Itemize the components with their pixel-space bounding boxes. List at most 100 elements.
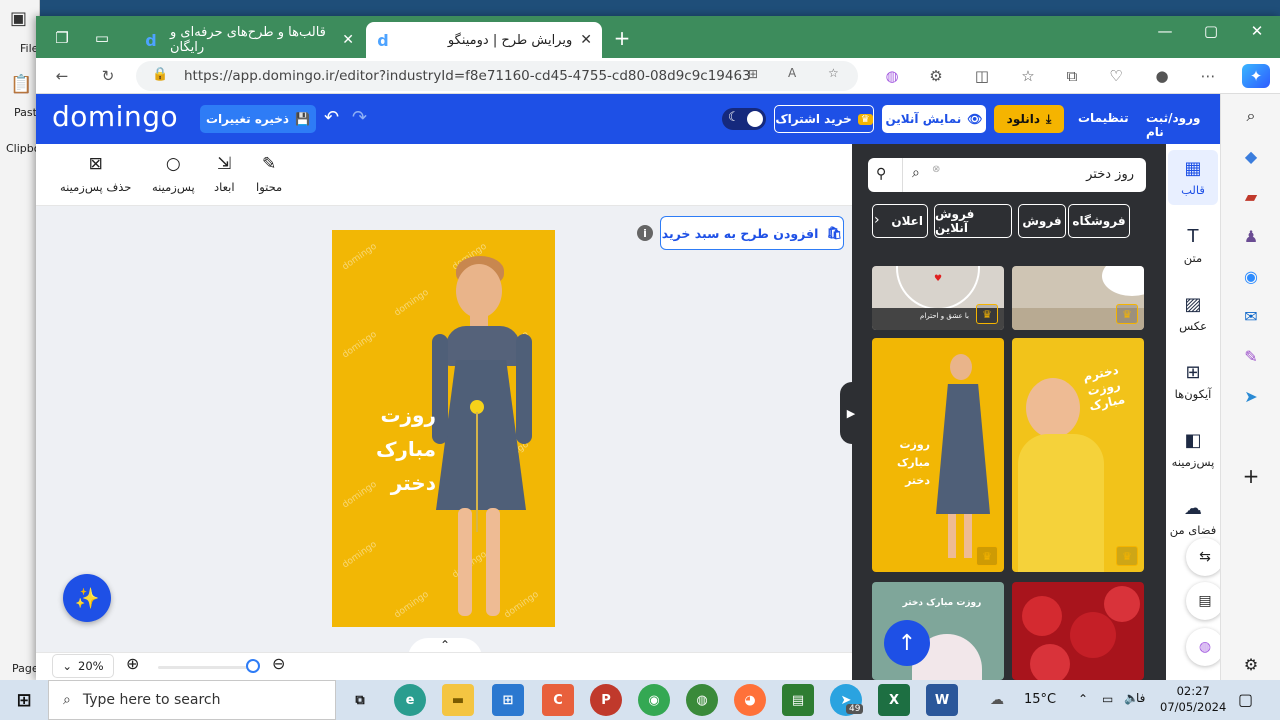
copilot-float-icon[interactable]: ◍ [1186,628,1224,666]
scroll-to-top-button[interactable]: ↑ [884,620,930,666]
extensions-icon[interactable]: ⚙ [924,64,948,88]
task-view-icon[interactable]: ⧉ [344,684,376,716]
close-icon[interactable]: ✕ [580,32,592,48]
firefox-icon[interactable]: ◕ [734,684,766,716]
network-icon[interactable]: ▭ [1102,692,1113,706]
telegram-send-icon[interactable]: ➤ [1237,382,1265,410]
template-thumbnail[interactable] [1012,582,1144,680]
download-button[interactable]: دانلود ⤓ [994,105,1064,133]
dark-mode-toggle[interactable]: ☾ [722,108,766,130]
category-templates[interactable]: ▦ قالب [1168,150,1218,205]
clear-icon[interactable]: ⊗ [932,164,940,175]
outlook-icon[interactable]: ✉ [1237,302,1265,330]
background-tool[interactable]: ○ پس‌زمینه [152,154,195,194]
new-tab-icon[interactable]: + [608,24,636,52]
favorite-star-icon[interactable]: ☆ [828,66,839,80]
template-thumbnail[interactable]: دخترم روزت مبارک ♛ [1012,338,1144,572]
category-my-space[interactable]: ☁ فضای من [1168,490,1218,545]
minimize-icon[interactable]: — [1142,16,1188,46]
copilot-extension-icon[interactable]: ◍ [880,64,904,88]
template-thumbnail[interactable]: روزت مبارک دختر ♛ [872,338,1004,572]
filter-icon[interactable]: ⚲ [876,166,886,182]
store-icon[interactable]: ⊞ [492,684,524,716]
word-icon[interactable]: W [926,684,958,716]
globe-app-icon[interactable]: ◍ [686,684,718,716]
panel-toggle-button[interactable]: ▶ [840,382,862,444]
chevron-right-icon[interactable]: › [874,212,880,228]
system-clock[interactable]: 02:27 07/05/2024 [1160,683,1226,715]
maximize-icon[interactable]: ▢ [1188,16,1234,46]
workspaces-icon[interactable]: ❐ [48,24,76,52]
chevron-up-icon[interactable]: ⌃ [1078,692,1088,706]
zoom-slider-track[interactable] [158,666,254,669]
sidebar-settings-icon[interactable]: ⚙ [1237,650,1265,678]
category-icons[interactable]: ⊞ آیکون‌ها [1168,354,1218,409]
weather-cloud-icon[interactable]: ☁ [990,692,1004,708]
reader-icon[interactable]: ▤ [1186,582,1224,620]
save-changes-button[interactable]: ذخیره تغییرات 💾 [200,105,316,133]
dimensions-tool[interactable]: ⇲ ابعاد [214,154,235,194]
refresh-icon[interactable]: ↻ [96,64,120,88]
tab-editor[interactable]: d ویرایش طرح | دومینگو ✕ [366,22,602,58]
shopping-tag-icon[interactable]: ◆ [1237,142,1265,170]
performance-icon[interactable]: ♡ [1104,64,1128,88]
undo-icon[interactable]: ↶ [324,107,339,128]
weather-temp[interactable]: 15°C [1024,692,1056,707]
design-headline[interactable]: روزت مبارک دختر [346,398,436,500]
chip-online-sales[interactable]: فروش آنلاین [934,204,1012,238]
language-indicator[interactable]: فا [1136,691,1145,705]
chip-announcement[interactable]: اعلان [872,204,928,238]
designer-icon[interactable]: ✎ [1237,342,1265,370]
file-explorer-icon[interactable]: ▬ [442,684,474,716]
tools-briefcase-icon[interactable]: ▰ [1237,182,1265,210]
design-canvas[interactable]: domingo domingo domingo domingo domingo … [332,230,555,627]
settings-link[interactable]: تنظیمات [1078,111,1129,125]
split-screen-icon[interactable]: ◫ [970,64,994,88]
windows-start-icon[interactable]: ⊞ [8,684,40,716]
games-icon[interactable]: ♟ [1237,222,1265,250]
app-c-icon[interactable]: C [542,684,574,716]
domingo-logo[interactable]: domingo [52,100,178,133]
app-green-icon[interactable]: ▤ [782,684,814,716]
category-background[interactable]: ◧ پس‌زمینه [1168,422,1218,477]
url-field[interactable]: 🔒 https://app.domingo.ir/editor?industry… [136,61,858,91]
tab-actions-icon[interactable]: ▭ [88,24,116,52]
search-icon[interactable]: ⌕ [1237,102,1265,130]
zoom-out-icon[interactable]: ⊖ [272,654,285,673]
window-close-icon[interactable]: ✕ [1234,16,1280,46]
app-p-icon[interactable]: P [590,684,622,716]
tab-templates[interactable]: d قالب‌ها و طرح‌های حرفه‌ای و رایگان ✕ [134,22,362,58]
back-icon[interactable]: ← [50,64,74,88]
read-aloud-icon[interactable]: A [788,66,796,80]
notifications-icon[interactable]: ▢ [1238,690,1253,709]
add-to-cart-button[interactable]: افزودن طرح به سبد خرید 🛍 [660,216,844,250]
add-sidebar-app-icon[interactable]: + [1237,462,1265,490]
info-icon[interactable]: i [637,225,653,241]
template-thumbnail[interactable]: ♥ با عشق و احترام ♛ [872,266,1004,330]
magic-wand-button[interactable]: ✨ [63,574,111,622]
office-icon[interactable]: ◉ [1237,262,1265,290]
category-photo[interactable]: ▨ عکس [1168,286,1218,341]
live-preview-button[interactable]: نمایش آنلاین 👁 [882,105,986,133]
apps-icon[interactable]: ⊞ [748,67,758,81]
close-icon[interactable]: ✕ [342,32,354,48]
zoom-select[interactable]: ⌄ 20% [52,654,114,678]
redo-icon[interactable]: ↷ [352,107,367,128]
chip-sales[interactable]: فروش [1018,204,1066,238]
favorites-icon[interactable]: ☆ [1016,64,1040,88]
copilot-icon[interactable]: ✦ [1242,64,1270,88]
taskbar-search[interactable]: ⌕ Type here to search [48,680,336,720]
translate-icon[interactable]: ⇆ [1186,538,1224,576]
zoom-slider-knob[interactable] [246,659,260,673]
collections-icon[interactable]: ⧉ [1060,64,1084,88]
profile-avatar-icon[interactable]: ● [1150,64,1174,88]
more-options-icon[interactable]: ⋯ [1196,64,1220,88]
chrome-icon[interactable]: ◉ [638,684,670,716]
chip-store[interactable]: فروشگاه [1068,204,1130,238]
content-tool[interactable]: ✎ محتوا [256,154,282,194]
excel-icon[interactable]: X [878,684,910,716]
template-thumbnail[interactable]: ♛ [1012,266,1144,330]
search-input[interactable]: روز دختر [1086,167,1134,182]
zoom-in-icon[interactable]: ⊕ [126,654,139,673]
buy-subscription-button[interactable]: خرید اشتراک ♛ [774,105,874,133]
